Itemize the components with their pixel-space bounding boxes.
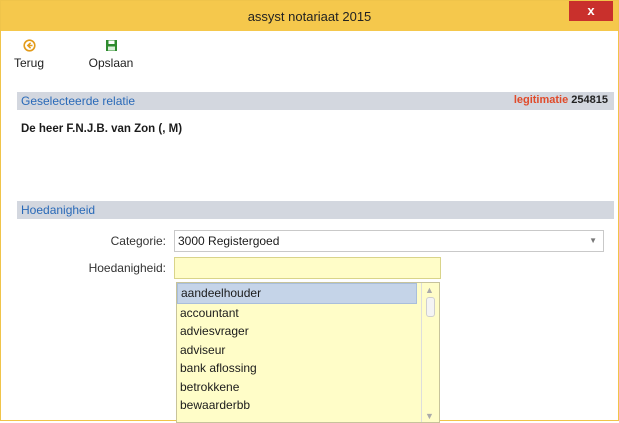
categorie-select[interactable]: 3000 Registergoed ▼ bbox=[174, 230, 604, 252]
legitimatie-info: legitimatie 254815 bbox=[514, 94, 608, 106]
toolbar: Terug Opslaan bbox=[1, 31, 618, 85]
hoedanigheid-label: Hoedanigheid: bbox=[88, 261, 166, 275]
back-label: Terug bbox=[13, 56, 45, 70]
list-item[interactable]: accountant bbox=[177, 304, 417, 323]
floppy-disk-icon bbox=[105, 40, 117, 51]
listbox-scrollbar[interactable]: ▲ ▼ bbox=[421, 283, 438, 422]
relation-name: De heer F.N.J.B. van Zon (, M) bbox=[21, 123, 183, 135]
list-item[interactable]: bewaarderbb bbox=[177, 396, 417, 415]
legitimatie-number: 254815 bbox=[571, 94, 608, 106]
legitimatie-label[interactable]: legitimatie bbox=[514, 94, 568, 106]
back-arrow-circle-icon bbox=[22, 39, 36, 52]
selected-relation-title: Geselecteerde relatie bbox=[21, 94, 136, 108]
selected-relation-header: Geselecteerde relatie legitimatie 254815 bbox=[17, 92, 614, 110]
list-item[interactable]: adviesvrager bbox=[177, 322, 417, 341]
categorie-value: 3000 Registergoed bbox=[178, 234, 280, 248]
hoedanigheid-header: Hoedanigheid bbox=[17, 201, 614, 219]
app-window: assyst notariaat 2015 x Terug Opslaan Ge… bbox=[0, 0, 619, 423]
scroll-down-icon[interactable]: ▼ bbox=[425, 411, 434, 421]
close-button[interactable]: x bbox=[569, 1, 613, 21]
window-title: assyst notariaat 2015 bbox=[247, 9, 372, 24]
list-item[interactable]: betrokkene bbox=[177, 378, 417, 397]
title-bar[interactable]: assyst notariaat 2015 x bbox=[1, 1, 618, 31]
save-button[interactable]: Opslaan bbox=[81, 39, 141, 70]
scroll-thumb[interactable] bbox=[426, 297, 435, 317]
back-button[interactable]: Terug bbox=[9, 39, 49, 70]
list-item[interactable]: aandeelhouder bbox=[177, 283, 417, 304]
hoedanigheid-input[interactable] bbox=[174, 257, 441, 279]
hoedanigheid-listbox[interactable]: aandeelhouder accountant adviesvrager ad… bbox=[176, 282, 440, 423]
categorie-label: Categorie: bbox=[110, 234, 166, 248]
list-item[interactable]: bank aflossing bbox=[177, 359, 417, 378]
list-item[interactable]: adviseur bbox=[177, 341, 417, 360]
save-label: Opslaan bbox=[88, 56, 134, 70]
chevron-down-icon[interactable]: ▼ bbox=[589, 236, 597, 245]
scroll-up-icon[interactable]: ▲ bbox=[425, 285, 434, 295]
hoedanigheid-title: Hoedanigheid bbox=[21, 203, 96, 217]
